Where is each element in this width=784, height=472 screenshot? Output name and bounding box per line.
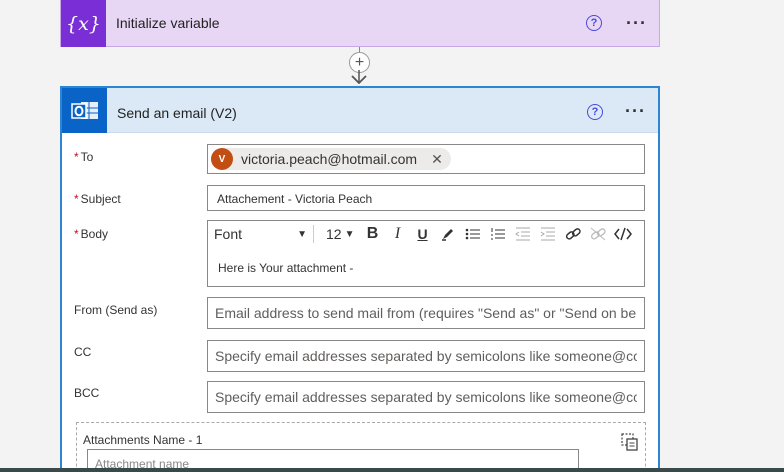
cc-label: CC [74,345,92,359]
bcc-input[interactable] [208,382,644,412]
increase-indent-icon[interactable] [535,222,560,246]
italic-button[interactable]: I [385,222,410,246]
more-options-icon[interactable]: ··· [625,102,646,120]
divider [313,225,314,243]
subject-label: * Subject [74,192,121,206]
cc-field[interactable] [207,340,645,372]
send-email-card: Send an email (V2) ? ··· * To V victoria.… [60,86,660,472]
body-editor[interactable]: Font ▼ 12 ▼ B I U Here is Your attachmen… [207,220,645,287]
window-bottom-edge [0,468,784,472]
link-icon[interactable] [560,222,585,246]
from-label: From (Send as) [74,303,158,317]
subject-field[interactable]: Attachement - Victoria Peach [207,185,645,211]
send-email-card-header[interactable]: Send an email (V2) ? ··· [62,88,658,133]
initialize-variable-card[interactable]: {x} Initialize variable ? ··· [60,0,660,47]
variable-icon: {x} [61,0,106,47]
attachments-name-label: Attachments Name - 1 [83,433,203,447]
copy-icon[interactable] [621,433,639,451]
from-field[interactable] [207,297,645,329]
font-dropdown[interactable]: Font ▼ [208,226,313,242]
avatar: V [211,148,233,170]
unlink-icon[interactable] [585,222,610,246]
remove-recipient-icon[interactable]: ✕ [431,151,443,168]
body-label: * Body [74,227,109,241]
bcc-field[interactable] [207,381,645,413]
decrease-indent-icon[interactable] [510,222,535,246]
recipient-email: victoria.peach@hotmail.com [241,151,418,167]
body-content: Here is Your attachment - [218,261,354,275]
more-options-icon[interactable]: ··· [626,14,647,32]
send-email-card-title: Send an email (V2) [117,105,237,121]
bold-button[interactable]: B [360,222,385,246]
outlook-icon [62,88,107,133]
to-field[interactable]: V victoria.peach@hotmail.com ✕ [207,144,645,174]
cc-input[interactable] [208,341,644,371]
bulleted-list-icon[interactable] [460,222,485,246]
underline-button[interactable]: U [410,222,435,246]
font-size-dropdown[interactable]: 12 ▼ [320,226,360,242]
variable-card-title: Initialize variable [116,15,220,31]
code-view-icon[interactable] [610,222,635,246]
from-input[interactable] [208,298,644,328]
help-icon[interactable]: ? [586,15,602,31]
highlight-pen-icon[interactable] [435,222,460,246]
to-label: * To [74,150,94,164]
help-icon[interactable]: ? [587,104,603,120]
chevron-down-icon: ▼ [344,228,355,240]
recipient-chip: V victoria.peach@hotmail.com ✕ [211,148,451,170]
attachment-item: Attachments Name - 1 [76,422,646,472]
chevron-down-icon: ▼ [297,228,307,240]
bcc-label: BCC [74,386,100,400]
arrow-down-icon [351,70,367,84]
numbered-list-icon[interactable] [485,222,510,246]
subject-value: Attachement - Victoria Peach [217,192,373,206]
rich-text-toolbar: Font ▼ 12 ▼ B I U [208,221,644,247]
